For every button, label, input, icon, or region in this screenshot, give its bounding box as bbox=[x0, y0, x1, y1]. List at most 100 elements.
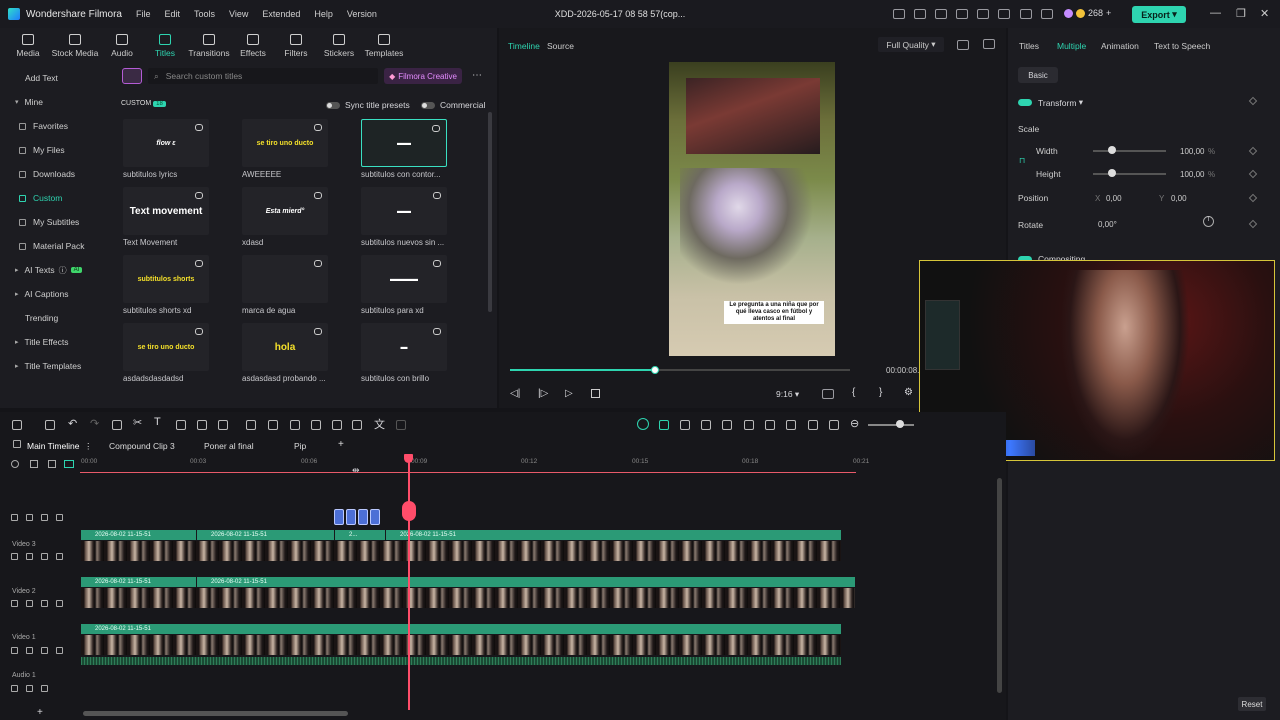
split-marker[interactable] bbox=[402, 501, 416, 521]
width-slider[interactable] bbox=[1093, 150, 1166, 152]
close-icon[interactable]: ✕ bbox=[1260, 7, 1269, 20]
toggle-switch[interactable] bbox=[326, 101, 340, 109]
menu-edit[interactable]: Edit bbox=[164, 9, 180, 19]
video3-clip-4[interactable]: 2026-08-02 11-15-51 bbox=[386, 530, 841, 540]
render-preview-icon[interactable] bbox=[637, 418, 649, 430]
title-card[interactable]: se tiro uno ducto bbox=[242, 119, 328, 167]
eye-icon[interactable] bbox=[56, 514, 63, 521]
redo-icon[interactable]: ↷ bbox=[90, 417, 99, 430]
title-card[interactable] bbox=[242, 255, 328, 303]
mute-icon[interactable] bbox=[26, 514, 33, 521]
tab-stock-media[interactable]: Stock Media bbox=[51, 28, 99, 58]
tab-templates[interactable]: Templates bbox=[362, 28, 406, 58]
sidebar-item-title-templates[interactable]: ▸ Title Templates bbox=[7, 354, 102, 378]
filmora-creative-button[interactable]: ◆ Filmora Creative bbox=[384, 68, 462, 84]
share-icon[interactable] bbox=[914, 9, 926, 19]
tab-inspector-multiple[interactable]: Multiple bbox=[1057, 41, 1086, 51]
menu-tools[interactable]: Tools bbox=[194, 9, 215, 19]
aspect-ratio-dropdown[interactable]: 9:16 ▾ bbox=[776, 389, 799, 400]
mute-icon[interactable] bbox=[26, 685, 33, 692]
height-slider-handle[interactable] bbox=[1108, 169, 1116, 177]
download-icon[interactable] bbox=[432, 125, 440, 132]
title-clip[interactable] bbox=[334, 509, 344, 525]
motion-track-icon[interactable] bbox=[311, 420, 321, 430]
tab-titles[interactable]: Titles bbox=[145, 28, 185, 58]
download-icon[interactable] bbox=[195, 260, 203, 267]
render-icon[interactable] bbox=[822, 389, 834, 399]
cloud-icon[interactable] bbox=[998, 9, 1010, 19]
height-slider[interactable] bbox=[1093, 173, 1166, 175]
search-input[interactable]: ⌕ Search custom titles bbox=[148, 68, 378, 84]
mixer-icon[interactable] bbox=[786, 420, 796, 430]
add-text-button[interactable]: Add Text bbox=[7, 66, 102, 90]
position-y-input[interactable]: 0,00 bbox=[1171, 194, 1187, 203]
add-timeline-tab-icon[interactable]: + bbox=[338, 439, 344, 450]
download-icon[interactable] bbox=[195, 328, 203, 335]
download-icon[interactable] bbox=[433, 192, 441, 199]
select-tool-icon[interactable] bbox=[45, 420, 55, 430]
sidebar-item-downloads[interactable]: Downloads bbox=[7, 162, 102, 186]
ai-tool-icon[interactable] bbox=[396, 420, 406, 430]
sidebar-item-ai-captions[interactable]: ▸ AI Captions bbox=[7, 282, 102, 306]
tab-transitions[interactable]: Transitions bbox=[188, 28, 230, 58]
link-icon[interactable] bbox=[41, 600, 48, 607]
eye-icon[interactable] bbox=[56, 600, 63, 607]
play-frame-icon[interactable]: |▷ bbox=[538, 388, 548, 399]
tab-stickers[interactable]: Stickers bbox=[319, 28, 359, 58]
tab-pip[interactable]: Pip bbox=[294, 441, 306, 451]
add-track-bottom-icon[interactable]: + bbox=[37, 707, 43, 718]
shield-icon[interactable] bbox=[744, 420, 754, 430]
download-icon[interactable] bbox=[433, 260, 441, 267]
tab-inspector-titles[interactable]: Titles bbox=[1019, 41, 1039, 51]
title-card[interactable]: se tiro uno ducto bbox=[123, 323, 209, 371]
stop-icon[interactable] bbox=[591, 389, 600, 398]
tab-media[interactable]: Media bbox=[8, 28, 48, 58]
title-library-icon[interactable] bbox=[122, 68, 142, 84]
title-card[interactable]: ▬▬▬▬ bbox=[361, 255, 447, 303]
title-card[interactable]: hola bbox=[242, 323, 328, 371]
download-icon[interactable] bbox=[433, 328, 441, 335]
tab-inspector-tts[interactable]: Text to Speech bbox=[1154, 41, 1210, 51]
minimize-icon[interactable]: — bbox=[1210, 7, 1221, 19]
mute-icon[interactable] bbox=[26, 553, 33, 560]
prev-frame-icon[interactable]: ◁| bbox=[510, 388, 520, 399]
rotate-input[interactable]: 0,00° bbox=[1098, 220, 1117, 229]
link-icon[interactable] bbox=[41, 685, 48, 692]
download-icon[interactable] bbox=[314, 260, 322, 267]
link-icon[interactable] bbox=[30, 460, 38, 468]
zoom-slider-handle[interactable] bbox=[896, 420, 904, 428]
sidebar-item-custom[interactable]: Custom bbox=[7, 186, 102, 210]
sidebar-item-my-subtitles[interactable]: My Subtitles bbox=[7, 210, 102, 234]
height-value[interactable]: 100,00 bbox=[1180, 170, 1204, 179]
sidebar-item-trending[interactable]: Trending bbox=[7, 306, 102, 330]
snap-icon[interactable] bbox=[659, 420, 669, 430]
tab-effects[interactable]: Effects bbox=[233, 28, 273, 58]
avatar[interactable] bbox=[1064, 8, 1073, 18]
more-options-icon[interactable]: ⋯ bbox=[472, 70, 482, 81]
title-card[interactable]: Text movement bbox=[123, 187, 209, 235]
notification-icon[interactable] bbox=[1020, 9, 1032, 19]
grid-icon[interactable] bbox=[1041, 9, 1053, 19]
add-track-icon[interactable] bbox=[11, 460, 19, 468]
text-to-speech-icon[interactable] bbox=[268, 420, 278, 430]
community-icon[interactable] bbox=[935, 9, 947, 19]
tab-poner-al-final[interactable]: Poner al final bbox=[204, 441, 254, 451]
lock-icon[interactable] bbox=[11, 553, 18, 560]
screen-icon[interactable] bbox=[956, 9, 968, 19]
title-clip[interactable] bbox=[346, 509, 356, 525]
menu-help[interactable]: Help bbox=[314, 9, 333, 19]
delete-icon[interactable] bbox=[112, 420, 122, 430]
sidebar-section-mine[interactable]: ▾ Mine bbox=[7, 90, 102, 114]
menu-view[interactable]: View bbox=[229, 9, 248, 19]
video3-thumbnails[interactable] bbox=[81, 541, 841, 561]
freeze-icon[interactable] bbox=[352, 420, 362, 430]
play-icon[interactable]: ▷ bbox=[565, 388, 573, 399]
title-card[interactable]: subtitulos shorts bbox=[123, 255, 209, 303]
mute-icon[interactable] bbox=[26, 647, 33, 654]
tab-compound-clip[interactable]: Compound Clip 3 bbox=[109, 441, 175, 451]
video2-thumbnails[interactable] bbox=[81, 588, 855, 608]
export-button[interactable]: Export ▾ bbox=[1132, 6, 1186, 23]
translate-icon[interactable]: 文 bbox=[374, 416, 385, 432]
auto-highlight-icon[interactable] bbox=[701, 420, 711, 430]
title-clip[interactable] bbox=[370, 509, 380, 525]
